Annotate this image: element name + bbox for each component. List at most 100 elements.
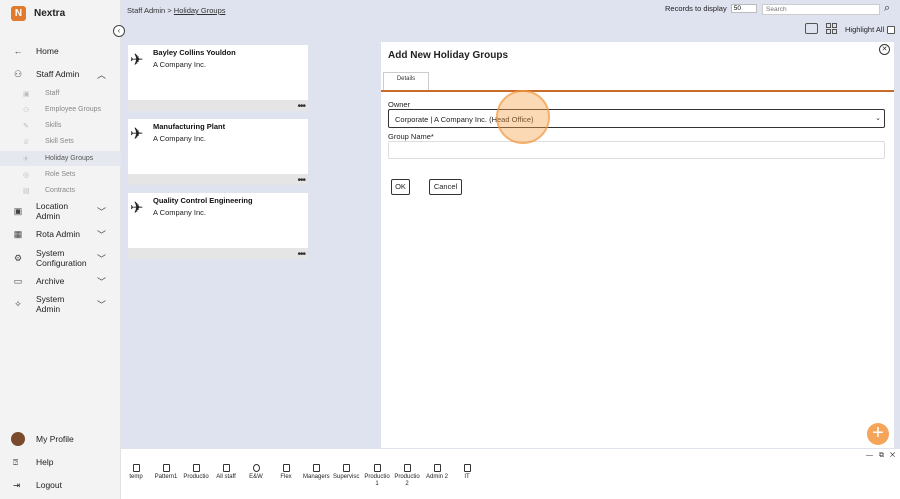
chevron-down-icon: ﹀ (97, 253, 107, 264)
nav-staff-admin[interactable]: ⚇ Staff Admin ︿ (0, 68, 121, 80)
archive-icon: ▭ (13, 275, 23, 286)
group-icon: ⚇ (23, 106, 30, 114)
avatar[interactable] (11, 432, 25, 446)
close-icon[interactable]: ✕ (879, 44, 890, 55)
plane-icon: ✈ (23, 155, 29, 163)
sidebar-item-label: Skills (45, 122, 62, 129)
search-icon[interactable]: ⌕ (884, 2, 890, 15)
add-button[interactable]: + (867, 423, 889, 445)
bottom-group-bar: temp Pattern1 Productio All staff E&W Fl… (121, 449, 900, 499)
sidebar-item-label: Contracts (45, 187, 75, 194)
group-tab[interactable]: Pattern1 (153, 464, 179, 481)
group-tab[interactable]: All staff (213, 464, 239, 481)
sidebar-item-contracts[interactable]: ▤ Contracts (0, 183, 121, 198)
user-icon (433, 464, 441, 472)
nav-rota-admin[interactable]: ▦ Rota Admin ﹀ (0, 228, 121, 240)
group-tab[interactable]: Productio 2 (394, 464, 420, 488)
highlight-all-checkbox[interactable] (887, 25, 896, 34)
help-icon: ⍰ (13, 457, 19, 467)
tab-details[interactable]: Details (383, 72, 429, 91)
user-icon (132, 464, 140, 472)
add-holiday-group-panel: Add New Holiday Groups ✕ Details Owner C… (381, 42, 894, 448)
collapse-sidebar-button[interactable]: ‹ (113, 25, 125, 37)
group-tab[interactable]: Productio (183, 464, 209, 481)
holiday-group-card[interactable]: ✈ Manufacturing Plant A Company Inc. ••• (128, 119, 308, 186)
chevron-down-icon: ﹀ (97, 299, 107, 310)
location-icon: ▣ (13, 205, 23, 216)
nav-location-admin-label: Location Admin (36, 201, 69, 221)
nav-rota-admin-label: Rota Admin (36, 229, 80, 239)
group-tab-label: Productio 2 (394, 474, 420, 487)
owner-select[interactable]: Corporate | A Company Inc. (Head Office)… (388, 109, 885, 128)
nav-home[interactable]: ← Home (0, 45, 121, 57)
user-icon (162, 464, 170, 472)
more-options-icon[interactable]: ••• (297, 101, 305, 112)
group-tab[interactable]: Flex (273, 464, 299, 481)
records-to-display: Records to display (665, 4, 757, 13)
chevron-down-icon: ﹀ (97, 229, 107, 240)
card-company: A Company Inc. (153, 134, 206, 143)
user-icon (403, 464, 411, 472)
click-highlight (496, 90, 550, 144)
group-tab[interactable]: Managers (303, 464, 330, 481)
records-input[interactable] (730, 4, 757, 13)
card-footer: ••• (128, 248, 308, 260)
nav-system-admin[interactable]: ✧ System Admin ﹀ (0, 294, 121, 314)
chevron-down-icon: ﹀ (97, 276, 107, 287)
sidebar-item-label: Employee Groups (45, 106, 102, 113)
nav-help[interactable]: Help (36, 457, 53, 467)
group-tab[interactable]: Supervisc (333, 464, 359, 481)
gear-icon: ⚙ (13, 252, 23, 263)
more-options-icon[interactable]: ••• (297, 175, 305, 186)
sidebar-item-skills[interactable]: ✎ Skills (0, 118, 121, 133)
holiday-group-card[interactable]: ✈ Quality Control Engineering A Company … (128, 193, 308, 260)
wrench-icon: ✧ (14, 298, 22, 309)
nav-logout[interactable]: Logout (36, 480, 62, 490)
group-name-field[interactable] (388, 141, 885, 159)
plane-icon: ✈ (130, 52, 144, 69)
nav-location-admin[interactable]: ▣ Location Admin ﹀ (0, 201, 121, 221)
list-view-icon[interactable] (805, 23, 818, 34)
breadcrumb-parent[interactable]: Staff Admin (127, 6, 165, 15)
group-tab[interactable]: Productio 1 (364, 464, 390, 488)
group-tab[interactable]: IT (454, 464, 480, 481)
group-name-label: Group Name* (388, 132, 434, 141)
sidebar: N Nextra ← Home ⚇ Staff Admin ︿ ▣ Staff ⚇… (0, 0, 121, 499)
app-logo[interactable]: N Nextra (11, 6, 65, 21)
plane-icon: ✈ (130, 126, 144, 143)
chevron-down-icon: ﹀ (97, 206, 107, 217)
user-icon (342, 464, 350, 472)
arrow-left-icon: ← (13, 46, 23, 56)
breadcrumb-current[interactable]: Holiday Groups (174, 6, 226, 15)
nav-archive-label: Archive (36, 276, 65, 286)
grid-view-icon[interactable] (826, 23, 837, 34)
group-tab[interactable]: temp (123, 464, 149, 481)
sidebar-item-staff[interactable]: ▣ Staff (0, 86, 121, 101)
group-tab[interactable]: Admin 2 (424, 464, 450, 481)
group-tab-label: IT (464, 474, 470, 480)
nav-system-configuration[interactable]: ⚙ System Configuration ﹀ (0, 248, 121, 268)
highlight-all-toggle[interactable]: Highlight All (845, 25, 896, 34)
sidebar-item-employee-groups[interactable]: ⚇ Employee Groups (0, 102, 121, 117)
location-pin-icon (252, 464, 260, 472)
window-controls-icon[interactable]: — ⧉ ✕ (866, 452, 897, 460)
plane-icon: ✈ (130, 200, 144, 217)
nav-archive[interactable]: ▭ Archive ﹀ (0, 275, 121, 287)
group-tab[interactable]: E&W (243, 464, 269, 481)
cancel-button[interactable]: Cancel (429, 179, 462, 195)
card-title: Manufacturing Plant (153, 122, 226, 131)
more-options-icon[interactable]: ••• (297, 249, 305, 260)
sidebar-item-skill-sets[interactable]: ♕ Skill Sets (0, 134, 121, 149)
sidebar-item-label: Role Sets (45, 171, 76, 178)
card-company: A Company Inc. (153, 208, 206, 217)
nav-home-label: Home (36, 46, 59, 56)
holiday-group-card[interactable]: ✈ Bayley Collins Youldon A Company Inc. … (128, 45, 308, 112)
user-icon (222, 464, 230, 472)
sidebar-item-holiday-groups[interactable]: ✈ Holiday Groups (0, 151, 121, 166)
search-input[interactable] (762, 4, 880, 15)
logo-mark: N (11, 6, 26, 21)
sidebar-item-role-sets[interactable]: ◎ Role Sets (0, 167, 121, 182)
staff-icon: ▣ (23, 90, 30, 98)
ok-button[interactable]: OK (391, 179, 410, 195)
nav-my-profile[interactable]: My Profile (36, 434, 74, 444)
